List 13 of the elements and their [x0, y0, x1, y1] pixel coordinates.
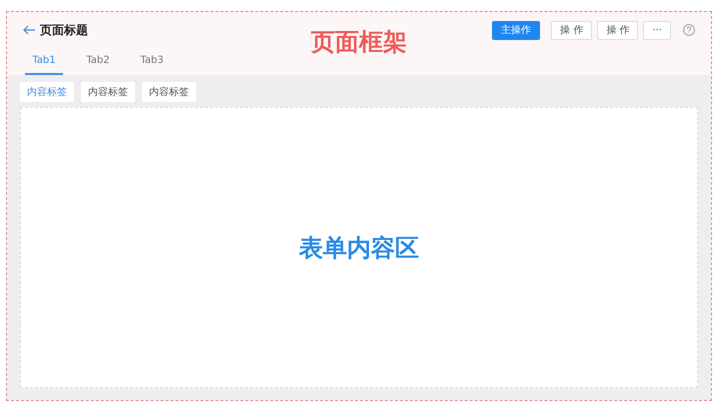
tab[interactable]: Tab3	[133, 52, 171, 75]
tab[interactable]: Tab2	[79, 52, 117, 75]
action-button[interactable]: 操 作	[551, 20, 592, 40]
frame-annotation: 页面框架	[311, 27, 407, 58]
action-button[interactable]: ···	[643, 20, 671, 40]
action-button[interactable]: 操 作	[597, 20, 638, 40]
page-title: 页面标题	[40, 22, 88, 38]
content-annotation: 表单内容区	[299, 232, 419, 264]
help-icon[interactable]	[683, 24, 695, 36]
content-tag[interactable]: 内容标签	[81, 82, 135, 102]
primary-action-button[interactable]: 主操作	[492, 20, 540, 40]
back-arrow-icon[interactable]	[23, 25, 36, 35]
content-tag[interactable]: 内容标签	[142, 82, 196, 102]
